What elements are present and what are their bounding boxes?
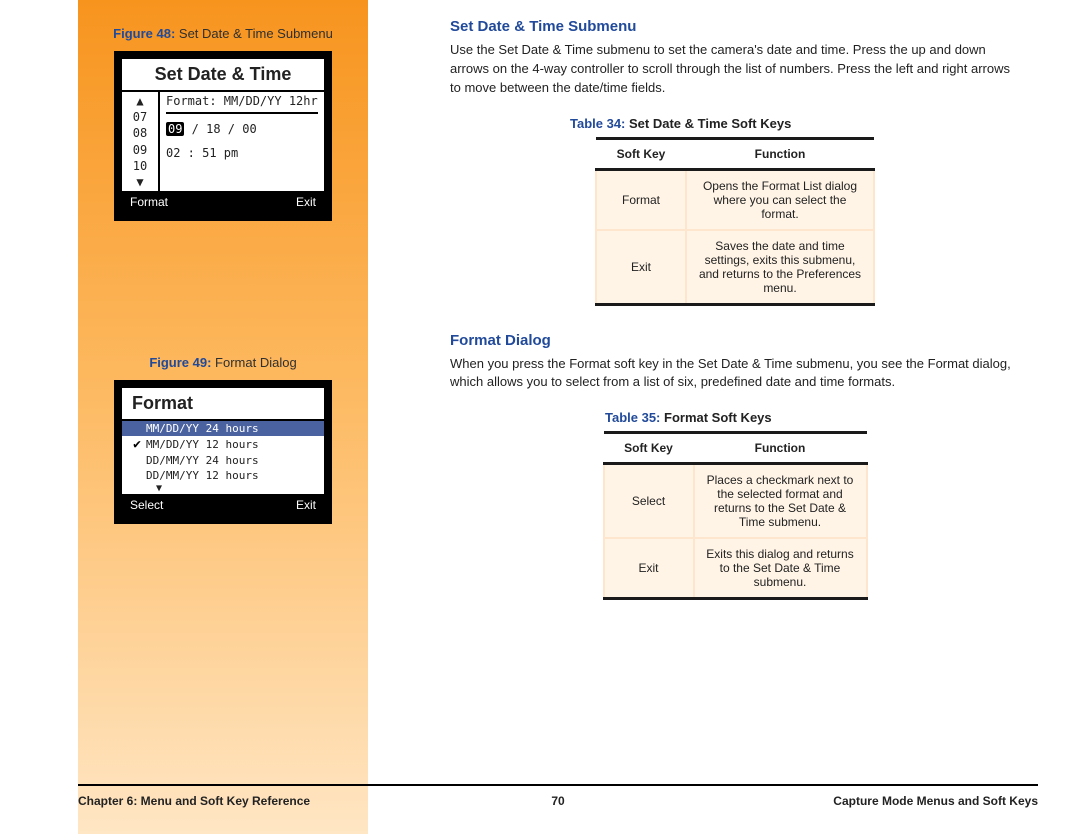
lcd2-opt1: MM/DD/YY 24 hours	[146, 422, 259, 435]
lcd1-title: Set Date & Time	[122, 59, 324, 90]
lcd2-opt3: DD/MM/YY 24 hours	[146, 454, 259, 467]
lcd1-foot-right: Exit	[296, 195, 316, 209]
check-icon: ✔	[128, 437, 146, 452]
figure-49-caption: Figure 49: Format Dialog	[96, 355, 350, 370]
table-34-r2k: Exit	[596, 230, 686, 305]
page: Figure 48: Set Date & Time Submenu Set D…	[0, 0, 1080, 834]
lcd2-foot-right: Exit	[296, 498, 316, 512]
lcd2-scroll-arrow: ▼	[122, 483, 324, 494]
figure-49-title: Format Dialog	[211, 355, 296, 370]
table-34-title: Set Date & Time Soft Keys	[625, 116, 791, 131]
table-34-r1v: Opens the Format List dialog where you c…	[686, 169, 874, 230]
lcd2-foot-left: Select	[130, 498, 163, 512]
table-34: Soft Key Function Format Opens the Forma…	[595, 137, 875, 306]
lcd1-scroll-numbers: ▲ 07 08 09 10 ▼	[122, 92, 160, 191]
lcd1-foot-left: Format	[130, 195, 168, 209]
section-format-para: When you press the Format soft key in th…	[450, 355, 1020, 393]
table-34-h2: Function	[686, 138, 874, 169]
table-34-label: Table 34:	[570, 116, 625, 131]
lcd-set-date-time: Set Date & Time ▲ 07 08 09 10 ▼ Format: …	[114, 51, 332, 221]
page-footer: Chapter 6: Menu and Soft Key Reference 7…	[78, 790, 1038, 812]
main-content: Set Date & Time Submenu Use the Set Date…	[450, 18, 1020, 626]
section-set-date-heading: Set Date & Time Submenu	[450, 18, 1020, 35]
table-35: Soft Key Function Select Places a checkm…	[603, 431, 868, 600]
table-35-h2: Function	[694, 433, 867, 464]
lcd2-title: Format	[122, 388, 324, 419]
lcd1-format-line: Format: MM/DD/YY 12hr	[166, 92, 318, 114]
table-34-caption: Table 34: Set Date & Time Soft Keys	[570, 116, 1020, 131]
lcd1-main: Format: MM/DD/YY 12hr 09 / 18 / 00 02 : …	[160, 92, 324, 191]
section-set-date-para: Use the Set Date & Time submenu to set t…	[450, 41, 1020, 98]
figure-49-label: Figure 49:	[149, 355, 211, 370]
lcd1-date-rest: / 18 / 00	[184, 122, 256, 136]
table-35-r1v: Places a checkmark next to the selected …	[694, 464, 867, 539]
table-35-h1: Soft Key	[604, 433, 694, 464]
table-35-caption: Table 35: Format Soft Keys	[605, 410, 1020, 425]
lcd1-time-line: 02 : 51 pm	[166, 138, 318, 163]
lcd1-footer: Format Exit	[122, 191, 324, 213]
figure-48-title: Set Date & Time Submenu	[175, 26, 333, 41]
lcd-format-dialog: Format MM/DD/YY 24 hours ✔MM/DD/YY 12 ho…	[114, 380, 332, 524]
figure-48-label: Figure 48:	[113, 26, 175, 41]
table-35-title: Format Soft Keys	[660, 410, 771, 425]
figure-48-caption: Figure 48: Set Date & Time Submenu	[96, 26, 350, 41]
table-34-h1: Soft Key	[596, 138, 686, 169]
table-34-r2v: Saves the date and time settings, exits …	[686, 230, 874, 305]
lcd2-opt2: MM/DD/YY 12 hours	[146, 438, 259, 451]
table-35-r2v: Exits this dialog and returns to the Set…	[694, 538, 867, 599]
lcd2-opt4: DD/MM/YY 12 hours	[146, 469, 259, 482]
footer-page-number: 70	[78, 794, 1038, 808]
lcd1-date-highlight: 09	[166, 122, 184, 136]
table-35-r2k: Exit	[604, 538, 694, 599]
sidebar: Figure 48: Set Date & Time Submenu Set D…	[78, 0, 368, 834]
table-35-label: Table 35:	[605, 410, 660, 425]
table-34-r1k: Format	[596, 169, 686, 230]
table-35-r1k: Select	[604, 464, 694, 539]
section-format-heading: Format Dialog	[450, 332, 1020, 349]
lcd2-footer: Select Exit	[122, 494, 324, 516]
